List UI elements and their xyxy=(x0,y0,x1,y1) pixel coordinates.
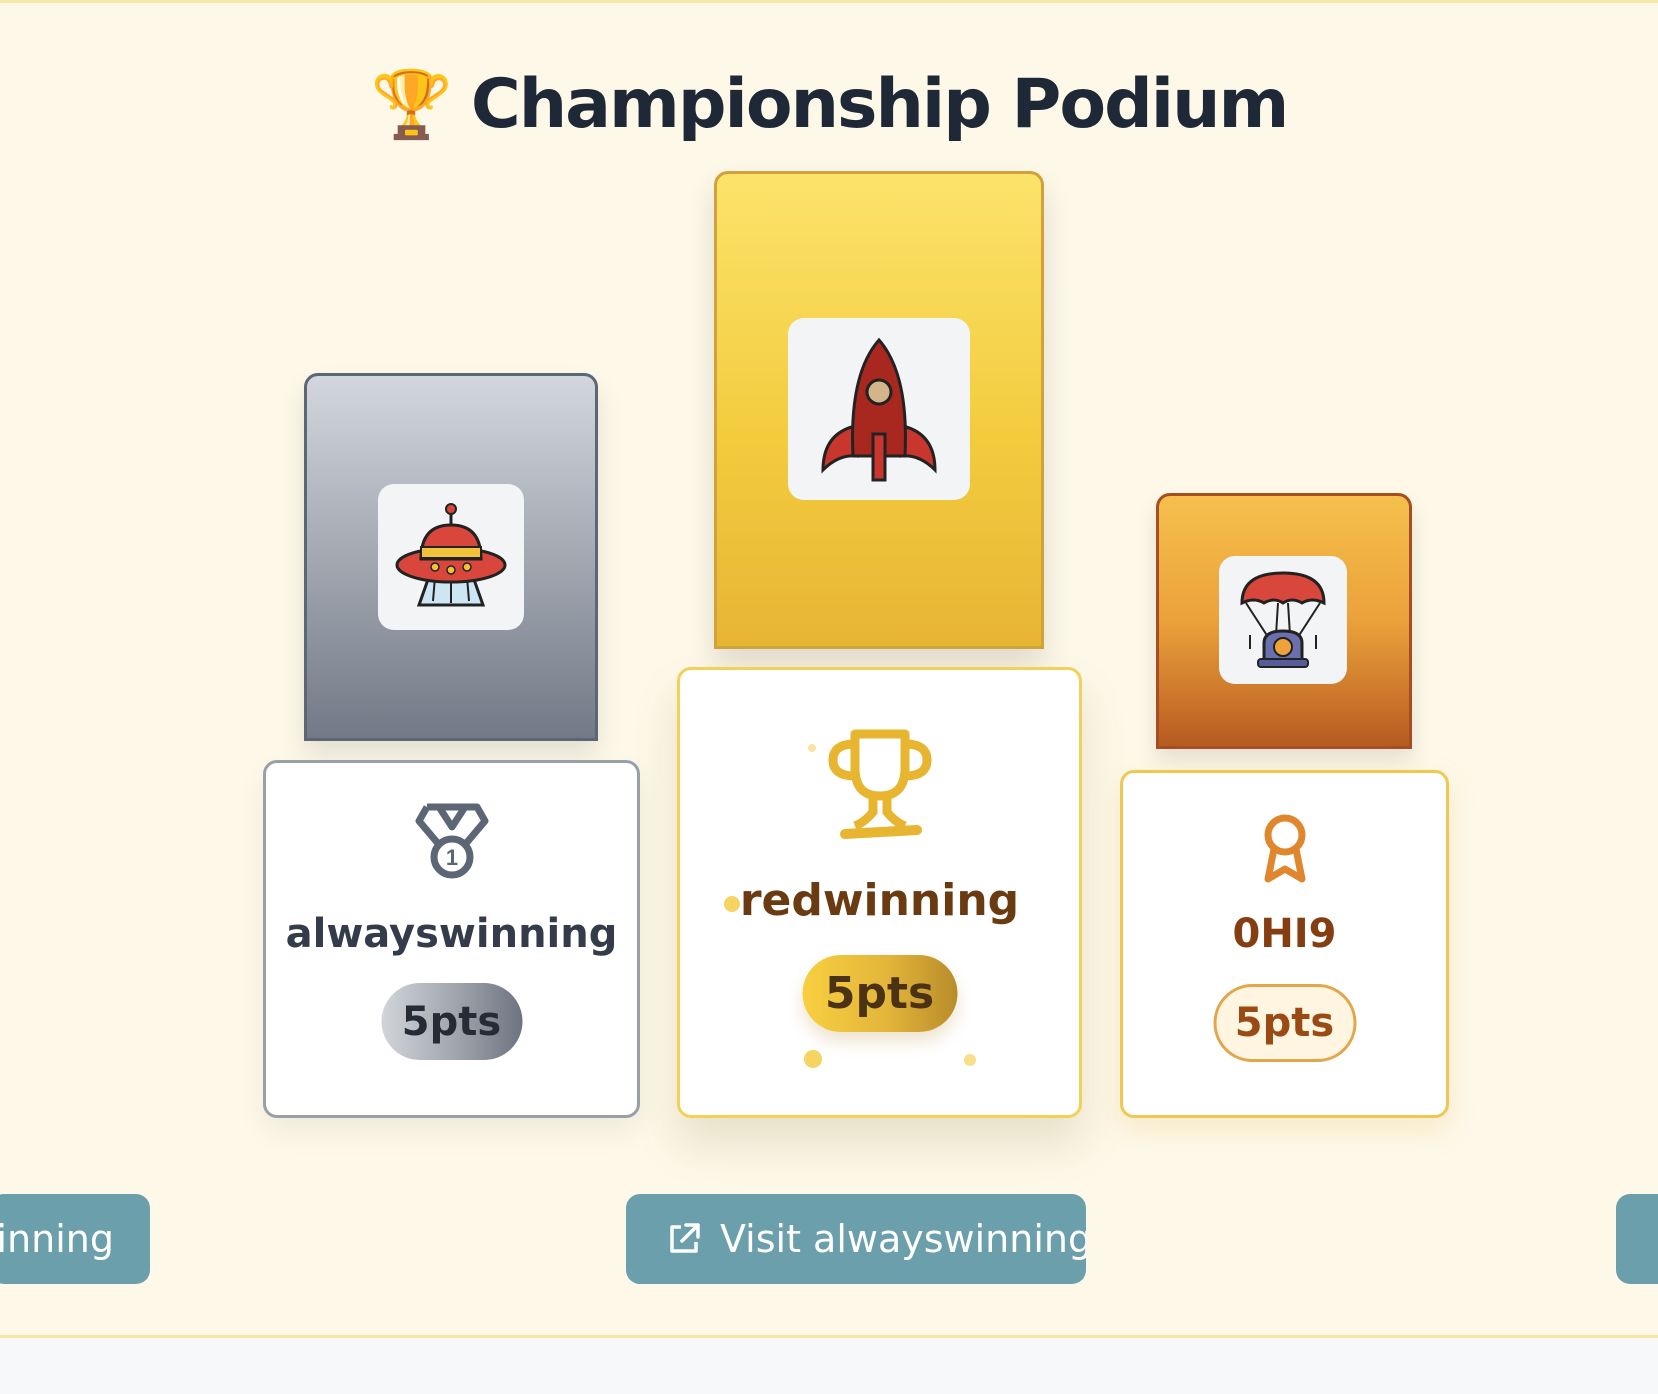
award-ribbon-icon xyxy=(1258,813,1312,889)
external-link-icon xyxy=(666,1221,702,1257)
confetti-dot xyxy=(964,1054,976,1066)
first-place-points: 5pts xyxy=(802,955,957,1032)
first-place-name: redwinning xyxy=(739,875,1020,926)
svg-text:1: 1 xyxy=(445,845,457,870)
visit-button-next[interactable] xyxy=(1616,1194,1658,1284)
second-place-name: alwayswinning xyxy=(285,911,618,957)
medal-icon: 1 xyxy=(415,803,489,885)
trophy-icon xyxy=(825,726,935,848)
page-title: 🏆 Championship Podium xyxy=(0,65,1658,144)
first-place-block xyxy=(714,171,1044,649)
trophy-emoji-icon: 🏆 xyxy=(370,66,453,143)
second-place-avatar xyxy=(378,484,524,630)
confetti-dot xyxy=(808,744,816,752)
third-place-block xyxy=(1156,493,1412,749)
visit-button-previous[interactable]: winning xyxy=(0,1194,150,1284)
second-place-card: 1 alwayswinning 5pts xyxy=(263,760,640,1118)
visit-button-label: Visit alwayswinning xyxy=(720,1217,1086,1261)
third-place-card: 0HI9 5pts xyxy=(1120,770,1449,1118)
confetti-dot xyxy=(804,1050,822,1068)
ufo-icon xyxy=(395,503,507,607)
visit-alwayswinning-button[interactable]: Visit alwayswinning xyxy=(626,1194,1086,1284)
podium-section: 🏆 Championship Podium 1 alwayswinning 5p… xyxy=(0,0,1658,1338)
second-place-points: 5pts xyxy=(381,983,522,1060)
third-place-points: 5pts xyxy=(1213,984,1356,1062)
parachute-capsule-icon xyxy=(1240,571,1326,668)
first-place-card: redwinning 5pts xyxy=(677,667,1082,1118)
visit-button-previous-label: winning xyxy=(0,1217,114,1261)
rocket-icon xyxy=(821,337,937,482)
first-place-avatar xyxy=(788,318,970,500)
third-place-name: 0HI9 xyxy=(1232,911,1337,957)
title-text: Championship Podium xyxy=(470,65,1290,144)
third-place-avatar xyxy=(1219,556,1347,684)
second-place-block xyxy=(304,373,598,741)
